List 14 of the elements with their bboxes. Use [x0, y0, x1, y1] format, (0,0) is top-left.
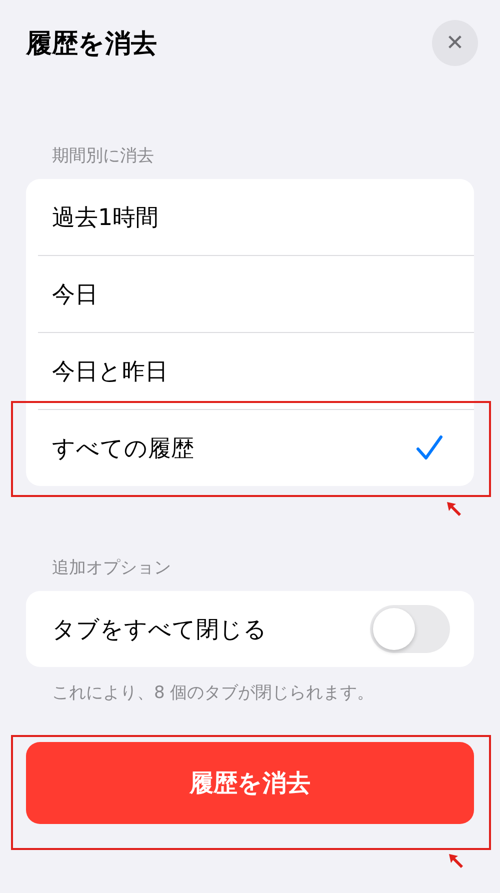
arrow-icon [445, 500, 463, 518]
toggle-label: タブをすべて閉じる [52, 616, 267, 644]
arrow-icon [447, 852, 465, 870]
period-option[interactable]: 今日 [52, 278, 98, 310]
close-button[interactable]: ✕ [432, 20, 478, 66]
period-option[interactable]: 過去1時間 [52, 202, 159, 232]
section-header: 追加オプション [52, 557, 172, 579]
period-option[interactable]: すべての履歴 [52, 432, 194, 464]
sheet-title: 履歴を消去 [26, 28, 157, 60]
clear-history-button[interactable]: 履歴を消去 [26, 742, 474, 824]
toggle-switch[interactable] [370, 605, 450, 653]
footer-note: これにより、8 個のタブが閉じられます。 [52, 682, 376, 704]
section-header: 期間別に消去 [52, 145, 155, 167]
period-option[interactable]: 今日と昨日 [52, 356, 168, 386]
